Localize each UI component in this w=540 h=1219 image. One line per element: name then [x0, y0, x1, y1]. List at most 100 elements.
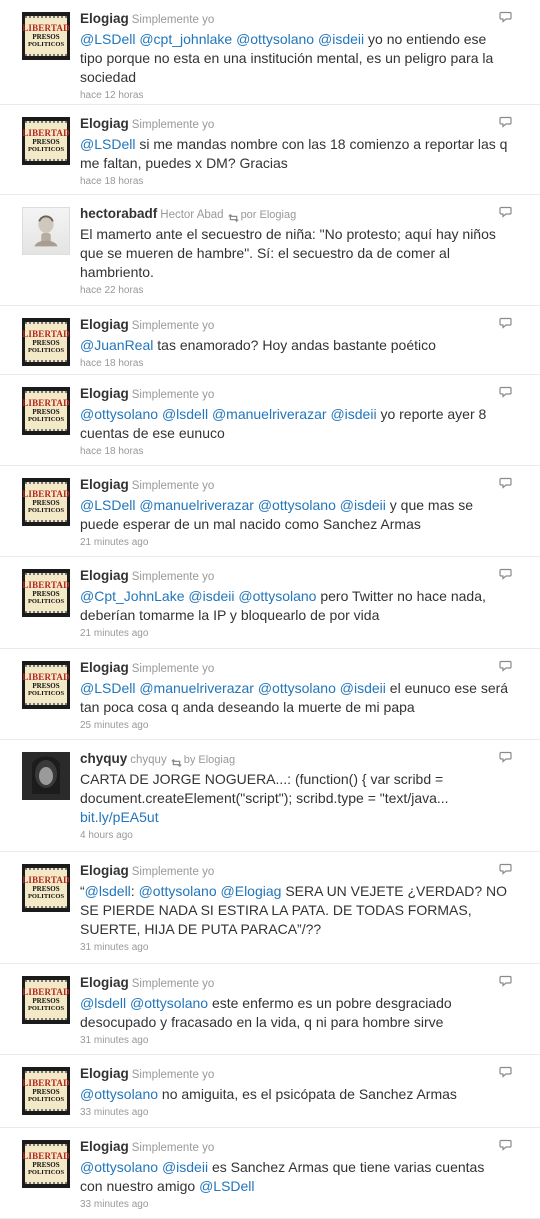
tweet-item[interactable]: hectorabadf Hector Abad por Elogiag El mame… [0, 195, 540, 306]
mention-link[interactable]: @lsdell [85, 883, 131, 899]
avatar-logo-text: LIBERTAD [22, 397, 70, 408]
avatar[interactable] [22, 207, 70, 255]
tweet-item[interactable]: LIBERTAD PRESOS POLITICOS Elogiag Simplement… [0, 466, 540, 557]
tweet-item[interactable]: LIBERTAD PRESOS POLITICOS Elogiag Simplement… [0, 649, 540, 740]
timestamp-link[interactable]: hace 18 horas [80, 358, 510, 370]
mention-link[interactable]: @ottysolano [258, 497, 336, 513]
mention-link[interactable]: @manuelriverazar [139, 497, 254, 513]
mention-link[interactable]: @ottysolano [80, 1159, 158, 1175]
mention-link[interactable]: @lsdell [162, 406, 208, 422]
screen-name-link[interactable]: Elogiag [80, 660, 129, 675]
tweet-item[interactable]: LIBERTAD PRESOS POLITICOS Elogiag Simplement… [0, 852, 540, 964]
url-link[interactable]: bit.ly/pEA5ut [80, 809, 159, 825]
tweet-item[interactable]: LIBERTAD PRESOS POLITICOS Elogiag Simplement… [0, 0, 540, 105]
mention-link[interactable]: @LSDell [80, 497, 135, 513]
screen-name-link[interactable]: chyquy [80, 751, 127, 766]
tweet-item[interactable]: LIBERTAD PRESOS POLITICOS Elogiag Simplement… [0, 105, 540, 195]
timestamp-link[interactable]: 4 hours ago [80, 830, 510, 842]
screen-name-link[interactable]: hectorabadf [80, 206, 157, 221]
timestamp-link[interactable]: 21 minutes ago [80, 537, 510, 549]
avatar[interactable]: LIBERTAD PRESOS POLITICOS [22, 864, 70, 912]
mention-link[interactable]: @ottysolano [139, 883, 217, 899]
timestamp-link[interactable]: hace 18 horas [80, 176, 510, 188]
mention-link[interactable]: @isdeii [188, 588, 234, 604]
mention-link[interactable]: @ottysolano [130, 995, 208, 1011]
avatar[interactable]: LIBERTAD PRESOS POLITICOS [22, 661, 70, 709]
screen-name-link[interactable]: Elogiag [80, 568, 129, 583]
mention-link[interactable]: @manuelriverazar [212, 406, 327, 422]
reply-icon[interactable] [499, 567, 512, 580]
mention-link[interactable]: @ottysolano [80, 1086, 158, 1102]
mention-link[interactable]: @LSDell [80, 680, 135, 696]
screen-name-link[interactable]: Elogiag [80, 1139, 129, 1154]
reply-icon[interactable] [499, 750, 512, 763]
screen-name-link[interactable]: Elogiag [80, 386, 129, 401]
mention-link[interactable]: @isdeii [340, 680, 386, 696]
screen-name-link[interactable]: Elogiag [80, 11, 129, 26]
avatar-logo-text: PRESOS [32, 498, 60, 507]
avatar[interactable] [22, 752, 70, 800]
screen-name-link[interactable]: Elogiag [80, 1066, 129, 1081]
reply-icon[interactable] [499, 862, 512, 875]
reply-icon[interactable] [499, 974, 512, 987]
mention-link[interactable]: @Cpt_JohnLake [80, 588, 185, 604]
reply-icon[interactable] [499, 316, 512, 329]
screen-name-link[interactable]: Elogiag [80, 477, 129, 492]
screen-name-link[interactable]: Elogiag [80, 863, 129, 878]
mention-link[interactable]: @ottysolano [80, 406, 158, 422]
timestamp-link[interactable]: 33 minutes ago [80, 1199, 510, 1211]
timestamp-link[interactable]: hace 12 horas [80, 90, 510, 102]
tweet-item[interactable]: chyquy chyquy by Elogiag CARTA DE JORGE NOG… [0, 740, 540, 852]
avatar[interactable]: LIBERTAD PRESOS POLITICOS [22, 1067, 70, 1115]
timestamp-link[interactable]: 31 minutes ago [80, 942, 510, 954]
reply-icon[interactable] [499, 659, 512, 672]
mention-link[interactable]: @LSDell [199, 1178, 254, 1194]
mention-link[interactable]: @isdeii [340, 497, 386, 513]
tweet-item[interactable]: LIBERTAD PRESOS POLITICOS Elogiag Simplement… [0, 557, 540, 649]
mention-link[interactable]: @manuelriverazar [139, 680, 254, 696]
mention-link[interactable]: @cpt_johnlake [139, 31, 232, 47]
screen-name-link[interactable]: Elogiag [80, 317, 129, 332]
tweet-item[interactable]: LIBERTAD PRESOS POLITICOS Elogiag Simplement… [0, 1055, 540, 1128]
avatar[interactable]: LIBERTAD PRESOS POLITICOS [22, 976, 70, 1024]
avatar-logo: LIBERTAD PRESOS POLITICOS [22, 868, 70, 908]
avatar[interactable]: LIBERTAD PRESOS POLITICOS [22, 318, 70, 366]
avatar[interactable]: LIBERTAD PRESOS POLITICOS [22, 12, 70, 60]
avatar[interactable]: LIBERTAD PRESOS POLITICOS [22, 478, 70, 526]
reply-icon[interactable] [499, 205, 512, 218]
avatar-logo-text: LIBERTAD [22, 1077, 70, 1088]
timestamp-link[interactable]: hace 22 horas [80, 285, 510, 297]
reply-icon[interactable] [499, 1065, 512, 1078]
avatar[interactable]: LIBERTAD PRESOS POLITICOS [22, 569, 70, 617]
mention-link[interactable]: @isdeii [330, 406, 376, 422]
tweet-item[interactable]: LIBERTAD PRESOS POLITICOS Elogiag Simplement… [0, 375, 540, 466]
timestamp-link[interactable]: 31 minutes ago [80, 1035, 510, 1047]
reply-icon[interactable] [499, 115, 512, 128]
mention-link[interactable]: @LSDell [80, 136, 135, 152]
mention-link[interactable]: @ottysolano [236, 31, 314, 47]
tweet-item[interactable]: LIBERTAD PRESOS POLITICOS Elogiag Simplement… [0, 964, 540, 1055]
reply-icon[interactable] [499, 385, 512, 398]
mention-link[interactable]: @isdeii [162, 1159, 208, 1175]
timestamp-link[interactable]: hace 18 horas [80, 446, 510, 458]
avatar[interactable]: LIBERTAD PRESOS POLITICOS [22, 117, 70, 165]
reply-icon[interactable] [499, 1138, 512, 1151]
timestamp-link[interactable]: 21 minutes ago [80, 628, 510, 640]
mention-link[interactable]: @isdeii [318, 31, 364, 47]
avatar[interactable]: LIBERTAD PRESOS POLITICOS [22, 387, 70, 435]
reply-icon[interactable] [499, 476, 512, 489]
mention-link[interactable]: @ottysolano [238, 588, 316, 604]
timestamp-link[interactable]: 33 minutes ago [80, 1107, 510, 1119]
avatar[interactable]: LIBERTAD PRESOS POLITICOS [22, 1140, 70, 1188]
mention-link[interactable]: @LSDell [80, 31, 135, 47]
mention-link[interactable]: @Elogiag [221, 883, 282, 899]
screen-name-link[interactable]: Elogiag [80, 975, 129, 990]
tweet-item[interactable]: LIBERTAD PRESOS POLITICOS Elogiag Simplement… [0, 1128, 540, 1219]
tweet-item[interactable]: LIBERTAD PRESOS POLITICOS Elogiag Simplement… [0, 306, 540, 375]
reply-icon[interactable] [499, 10, 512, 23]
mention-link[interactable]: @ottysolano [258, 680, 336, 696]
mention-link[interactable]: @lsdell [80, 995, 126, 1011]
screen-name-link[interactable]: Elogiag [80, 116, 129, 131]
mention-link[interactable]: @JuanReal [80, 337, 153, 353]
timestamp-link[interactable]: 25 minutes ago [80, 720, 510, 732]
